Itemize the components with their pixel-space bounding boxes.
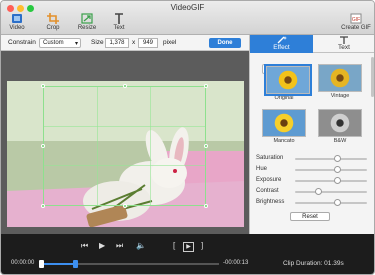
remaining-time: -00:00:13 bbox=[223, 260, 249, 266]
current-time: 00:00:00 bbox=[11, 260, 35, 266]
effect-label: Mancato bbox=[273, 138, 295, 144]
play-selection-icon[interactable]: ▶ bbox=[183, 242, 194, 252]
hue-label: Hue bbox=[256, 166, 268, 172]
text-icon bbox=[340, 36, 348, 44]
brightness-knob[interactable] bbox=[334, 199, 341, 206]
skip-forward-icon[interactable]: ⏭ bbox=[116, 241, 123, 251]
constrain-label: Constrain bbox=[8, 39, 36, 46]
exposure-label: Exposure bbox=[256, 177, 282, 183]
contrast-slider[interactable] bbox=[295, 188, 367, 195]
resize-tool-label: Resize bbox=[77, 25, 97, 31]
done-button[interactable]: Done bbox=[209, 38, 241, 48]
size-label: Size bbox=[91, 39, 104, 46]
crop-handle-left[interactable] bbox=[41, 144, 45, 148]
hue-knob[interactable] bbox=[334, 166, 341, 173]
clip-duration: Clip Duration: 01.39s bbox=[283, 260, 344, 267]
crop-handle-top[interactable] bbox=[123, 84, 127, 88]
resize-tool-button[interactable]: Resize bbox=[75, 13, 99, 31]
reset-button[interactable]: Reset bbox=[290, 212, 330, 221]
tab-text[interactable]: Text bbox=[313, 35, 374, 53]
crop-handle-top-left[interactable] bbox=[41, 84, 45, 88]
size-separator: x bbox=[132, 39, 136, 46]
saturation-label: Saturation bbox=[256, 155, 284, 161]
text-icon bbox=[115, 13, 123, 24]
crop-handle-top-right[interactable] bbox=[204, 84, 208, 88]
gif-icon: GIF bbox=[350, 13, 362, 24]
saturation-slider[interactable] bbox=[295, 155, 367, 162]
seek-progress bbox=[39, 263, 75, 265]
window-title: VideoGIF bbox=[170, 3, 205, 12]
skip-back-icon[interactable]: ⏮ bbox=[81, 241, 88, 251]
hue-slider[interactable] bbox=[295, 166, 367, 173]
seek-bar[interactable] bbox=[39, 260, 219, 268]
text-tool-button[interactable]: Text bbox=[107, 13, 131, 31]
exposure-slider[interactable] bbox=[295, 177, 367, 184]
constrain-value: Custom bbox=[43, 40, 64, 46]
effect-label: B&W bbox=[333, 138, 347, 144]
crop-handle-bottom[interactable] bbox=[123, 204, 127, 208]
crop-selection[interactable] bbox=[41, 84, 208, 208]
contrast-label: Contrast bbox=[256, 188, 279, 194]
width-field[interactable]: 1,378 bbox=[105, 38, 129, 48]
app-window: VideoGIF Video Crop Resize Text GIF Crea… bbox=[0, 0, 375, 275]
set-start-icon[interactable]: [ bbox=[173, 241, 175, 250]
brightness-label: Brightness bbox=[256, 199, 285, 205]
sunflower-thumbnail bbox=[264, 64, 312, 96]
magic-wand-icon bbox=[277, 36, 287, 44]
player-controls: ⏮ ▶ ⏭ 🔈 [ ▶ ] 00:00:00 -00:00:13 Clip Du… bbox=[1, 234, 374, 274]
tab-effect[interactable]: Effect bbox=[250, 35, 313, 53]
effects-panel: Effect Text Original Vintage Mancato B&W… bbox=[249, 35, 374, 234]
effect-label: Vintage bbox=[330, 93, 350, 99]
effect-original[interactable]: Original bbox=[262, 64, 312, 101]
end-marker[interactable] bbox=[73, 260, 78, 268]
volume-icon[interactable]: 🔈 bbox=[136, 241, 146, 250]
sunflower-thumbnail bbox=[318, 64, 362, 92]
exposure-knob[interactable] bbox=[334, 177, 341, 184]
effect-vintage[interactable]: Vintage bbox=[318, 64, 362, 99]
saturation-knob[interactable] bbox=[334, 155, 341, 162]
effect-label: Original bbox=[274, 95, 294, 101]
title-bar: VideoGIF Video Crop Resize Text GIF Crea… bbox=[1, 1, 374, 35]
text-tool-label: Text bbox=[113, 25, 125, 31]
unit-label: pixel bbox=[163, 39, 177, 46]
crop-handle-bottom-right[interactable] bbox=[204, 204, 208, 208]
constrain-select[interactable]: Custom ▾ bbox=[39, 38, 81, 48]
effect-bw[interactable]: B&W bbox=[318, 109, 362, 144]
sunflower-thumbnail bbox=[262, 109, 306, 137]
create-gif-button[interactable]: GIF Create GIF bbox=[341, 13, 371, 31]
tab-effect-label: Effect bbox=[273, 44, 290, 51]
chevron-down-icon: ▾ bbox=[74, 41, 78, 47]
set-end-icon[interactable]: ] bbox=[201, 241, 203, 250]
svg-text:GIF: GIF bbox=[352, 17, 360, 23]
height-field[interactable]: 949 bbox=[138, 38, 158, 48]
create-gif-label: Create GIF bbox=[341, 25, 371, 31]
brightness-slider[interactable] bbox=[295, 199, 367, 206]
crop-icon bbox=[47, 13, 59, 24]
resize-icon bbox=[81, 13, 93, 24]
contrast-knob[interactable] bbox=[314, 188, 322, 195]
crop-tool-label: Crop bbox=[46, 25, 60, 31]
film-icon bbox=[12, 14, 22, 23]
play-icon[interactable]: ▶ bbox=[99, 241, 105, 250]
sunflower-thumbnail bbox=[318, 109, 362, 137]
effect-mancato[interactable]: Mancato bbox=[262, 109, 306, 144]
crop-options-bar: Constrain Custom ▾ Size 1,378 x 949 pixe… bbox=[1, 35, 249, 51]
crop-handle-bottom-left[interactable] bbox=[41, 204, 45, 208]
start-marker[interactable] bbox=[39, 260, 44, 268]
crop-tool-button[interactable]: Crop bbox=[41, 13, 65, 31]
crop-handle-right[interactable] bbox=[204, 144, 208, 148]
video-tool-label: Video bbox=[9, 25, 25, 31]
video-tool-button[interactable]: Video bbox=[5, 13, 29, 31]
tab-text-label: Text bbox=[338, 44, 350, 51]
panel-scrollbar[interactable] bbox=[371, 57, 374, 97]
preview-canvas bbox=[1, 51, 249, 234]
